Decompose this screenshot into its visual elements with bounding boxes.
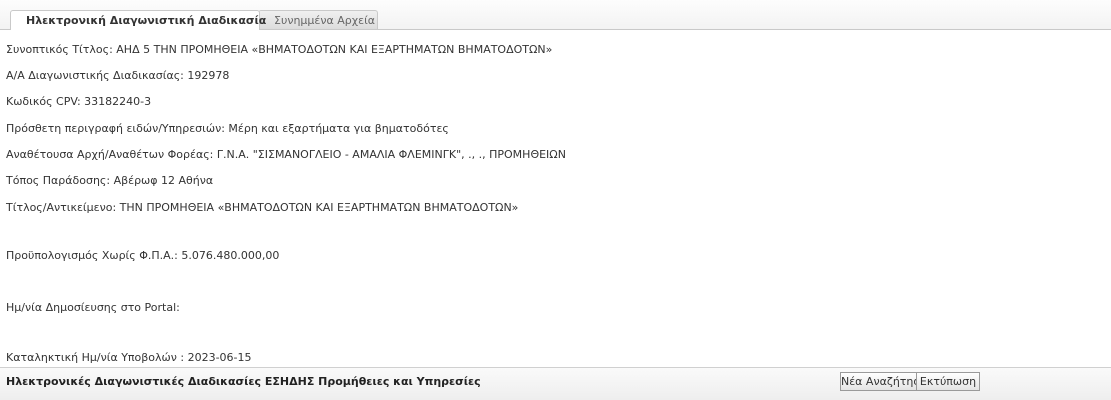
subject: Τίτλος/Αντικείμενο: ΤΗΝ ΠΡΟΜΗΘΕΙΑ «ΒΗΜΑΤ… — [6, 201, 519, 214]
summary-title: Συνοπτικός Τίτλος: ΑΗΔ 5 ΤΗΝ ΠΡΟΜΗΘΕΙΑ «… — [6, 43, 553, 56]
footer-title: Ηλεκτρονικές Διαγωνιστικές Διαδικασίες Ε… — [6, 375, 481, 388]
tab-bar: Ηλεκτρονική Διαγωνιστική Διαδικασία Συνη… — [0, 0, 1111, 30]
tab-electronic-procedure[interactable]: Ηλεκτρονική Διαγωνιστική Διαδικασία — [10, 10, 266, 30]
submission-deadline: Καταληκτική Ημ/νία Υποβολών : 2023-06-15 — [6, 351, 252, 364]
delivery-place: Τόπος Παράδοσης: Αβέρωφ 12 Αθήνα — [6, 174, 214, 187]
print-button[interactable]: Εκτύπωση — [916, 372, 980, 391]
portal-publication-date: Ημ/νία Δημοσίευσης στο Portal: — [6, 301, 180, 314]
extra-description: Πρόσθετη περιγραφή ειδών/Υπηρεσιών: Μέρη… — [6, 122, 449, 135]
budget: Προϋπολογισμός Χωρίς Φ.Π.Α.: 5.076.480.0… — [6, 249, 280, 262]
cpv-code: Κωδικός CPV: 33182240-3 — [6, 95, 152, 108]
footer-bar: Ηλεκτρονικές Διαγωνιστικές Διαδικασίες Ε… — [0, 367, 1111, 400]
contracting-authority: Αναθέτουσα Αρχή/Αναθέτων Φορέας: Γ.Ν.Α. … — [6, 148, 566, 161]
new-search-button[interactable]: Νέα Αναζήτηση — [840, 372, 927, 391]
tab-attached-files[interactable]: Συνημμένα Αρχεία — [258, 10, 378, 29]
procedure-number: Α/Α Διαγωνιστικής Διαδικασίας: 192978 — [6, 69, 230, 82]
